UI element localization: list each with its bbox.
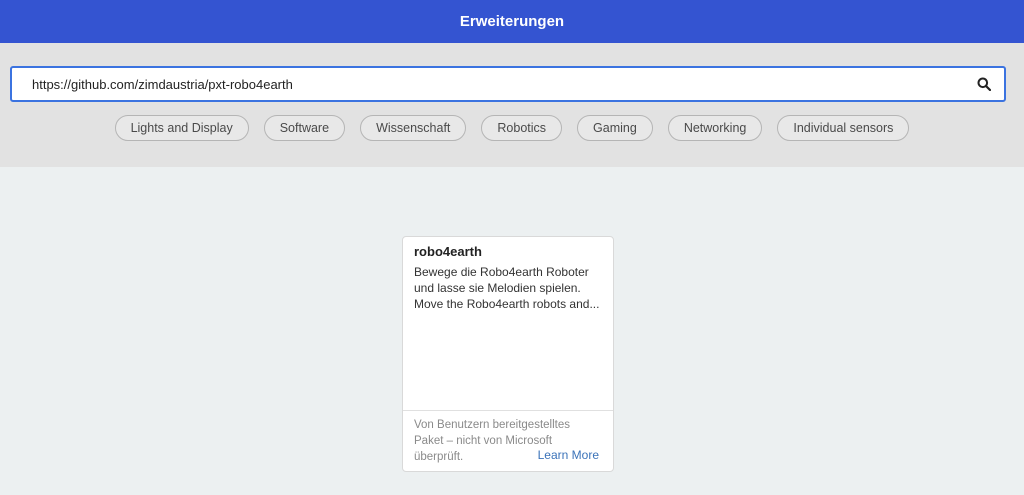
header-bar: Erweiterungen	[0, 0, 1024, 43]
tag-wissenschaft[interactable]: Wissenschaft	[360, 115, 467, 141]
description-line: Bewege die Robo4earth Roboter	[414, 265, 589, 279]
search-area: Lights and Display Software Wissenschaft…	[0, 43, 1024, 167]
category-tags: Lights and Display Software Wissenschaft…	[0, 115, 1024, 141]
search-icon	[977, 77, 991, 91]
notice-line: Paket – nicht von Microsoft	[414, 435, 553, 447]
tag-networking[interactable]: Networking	[667, 115, 763, 141]
tag-lights-and-display[interactable]: Lights and Display	[114, 115, 249, 141]
extension-card[interactable]: robo4earth Bewege die Robo4earth Roboter…	[402, 236, 614, 472]
notice-line: Von Benutzern bereitgestelltes	[414, 419, 570, 431]
search-input[interactable]	[12, 68, 964, 100]
tag-software[interactable]: Software	[263, 115, 346, 141]
extension-description: Bewege die Robo4earth Roboter und lasse …	[414, 264, 606, 312]
tag-individual-sensors[interactable]: Individual sensors	[777, 115, 910, 141]
tag-robotics[interactable]: Robotics	[481, 115, 563, 141]
extension-title: robo4earth	[414, 244, 482, 259]
tag-gaming[interactable]: Gaming	[577, 115, 653, 141]
description-line: Move the Robo4earth robots and...	[414, 297, 600, 311]
description-line: und lasse sie Melodien spielen.	[414, 281, 581, 295]
search-box	[10, 66, 1006, 102]
learn-more-link[interactable]: Learn More	[538, 448, 599, 462]
search-button[interactable]	[964, 68, 1004, 100]
page-title: Erweiterungen	[459, 13, 565, 30]
extension-card-footer: Von Benutzern bereitgestelltes Paket – n…	[403, 410, 613, 472]
